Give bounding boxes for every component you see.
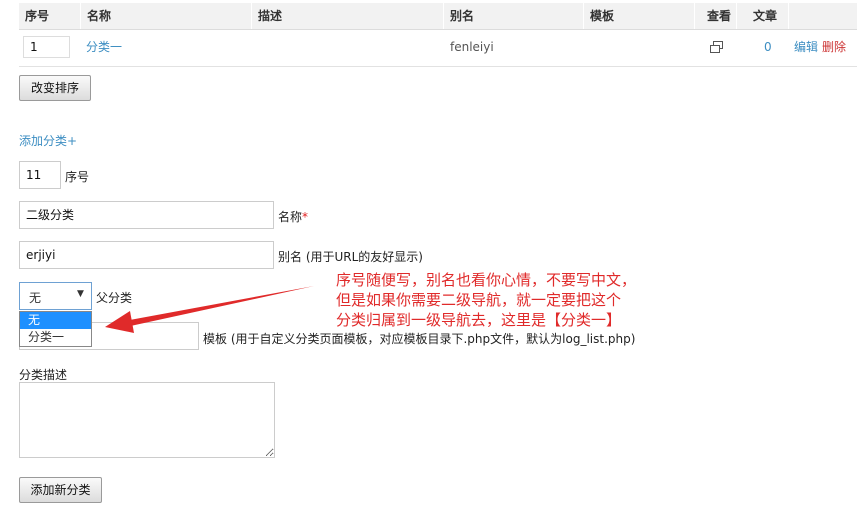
annotation-arrow [105,286,314,333]
annotation-line-2: 但是如果你需要二级导航，就一定要把这个 [336,291,622,309]
annotation-line-1: 序号随便写，别名也看你心情，不要写中文， [336,271,637,289]
annotation-line-3: 分类归属到一级导航去，这里是【分类一】 [336,311,622,329]
